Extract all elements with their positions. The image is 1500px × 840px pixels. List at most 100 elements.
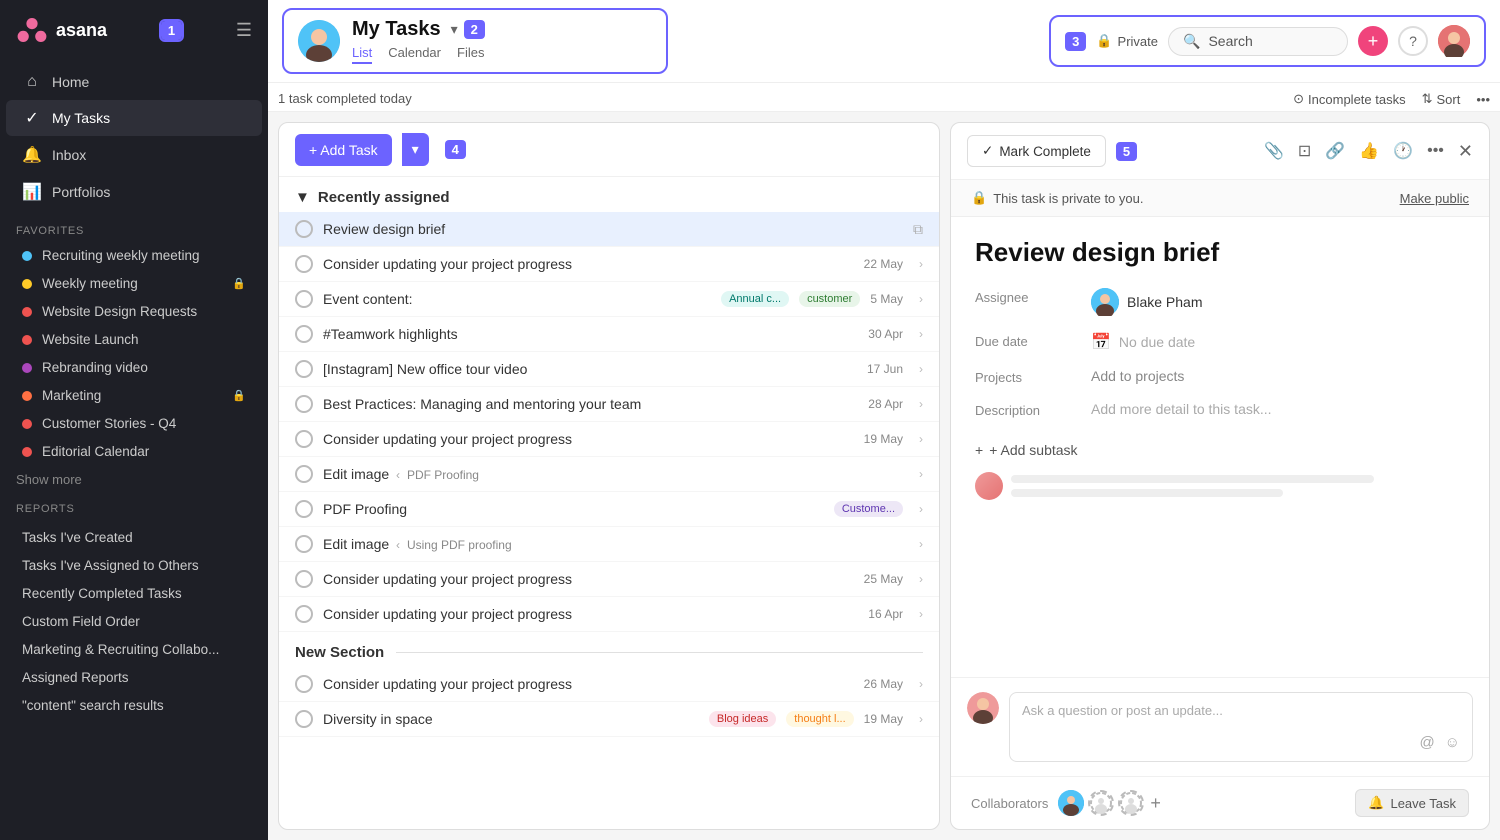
- task-check-6[interactable]: [295, 430, 313, 448]
- mark-complete-button[interactable]: ✓ Mark Complete: [967, 135, 1106, 167]
- task-check-0[interactable]: [295, 220, 313, 238]
- task-row[interactable]: Consider updating your project progress …: [279, 562, 939, 597]
- tab-calendar[interactable]: Calendar: [388, 45, 441, 64]
- comment-input[interactable]: Ask a question or post an update... @ ☺: [1009, 692, 1473, 762]
- add-to-projects-link[interactable]: Add to projects: [1091, 368, 1184, 384]
- make-public-link[interactable]: Make public: [1400, 191, 1469, 206]
- report-content-search[interactable]: "content" search results: [6, 692, 262, 719]
- tag-annual: Annual c...: [721, 291, 789, 307]
- add-subtask-button[interactable]: + + Add subtask: [975, 434, 1465, 466]
- link-icon[interactable]: 🔗: [1325, 141, 1345, 161]
- task-row[interactable]: Edit image ‹ Using PDF proofing ›: [279, 527, 939, 562]
- task-check-3[interactable]: [295, 325, 313, 343]
- report-recently-completed[interactable]: Recently Completed Tasks: [6, 580, 262, 607]
- task-check-ns1[interactable]: [295, 710, 313, 728]
- report-assigned[interactable]: Assigned Reports: [6, 664, 262, 691]
- attachment-icon[interactable]: 📎: [1264, 141, 1284, 161]
- incomplete-tasks-label[interactable]: ⊙ Incomplete tasks: [1293, 91, 1405, 107]
- recently-assigned-header: ▼ Recently assigned: [279, 177, 939, 212]
- task-row[interactable]: Consider updating your project progress …: [279, 247, 939, 282]
- close-button[interactable]: ✕: [1458, 141, 1473, 162]
- task-check-4[interactable]: [295, 360, 313, 378]
- favorite-marketing[interactable]: Marketing 🔒: [6, 382, 262, 409]
- due-date-value[interactable]: 📅 No due date: [1091, 332, 1195, 352]
- sidebar-item-home[interactable]: ⌂ Home: [6, 65, 262, 99]
- home-icon: ⌂: [22, 73, 42, 91]
- task-row[interactable]: Edit image ‹ PDF Proofing ›: [279, 457, 939, 492]
- task-check-8[interactable]: [295, 500, 313, 518]
- task-row[interactable]: Consider updating your project progress …: [279, 597, 939, 632]
- task-row[interactable]: #Teamwork highlights 30 Apr ›: [279, 317, 939, 352]
- task-check-5[interactable]: [295, 395, 313, 413]
- user-avatar-small[interactable]: [1438, 25, 1470, 57]
- at-icon[interactable]: @: [1419, 734, 1434, 751]
- thumbs-up-icon[interactable]: 👍: [1359, 141, 1379, 161]
- favorite-weekly[interactable]: Weekly meeting 🔒: [6, 270, 262, 297]
- leave-task-button[interactable]: 🔔 Leave Task: [1355, 789, 1469, 817]
- sidebar-nav: ⌂ Home ✓ My Tasks 🔔 Inbox 📊 Portfolios: [0, 60, 268, 215]
- favorite-website-launch[interactable]: Website Launch: [6, 326, 262, 353]
- help-button[interactable]: ?: [1398, 26, 1428, 56]
- emoji-icon[interactable]: ☺: [1445, 734, 1460, 751]
- task-row[interactable]: Review design brief ⧉: [279, 212, 939, 247]
- report-custom-field[interactable]: Custom Field Order: [6, 608, 262, 635]
- add-task-button[interactable]: + Add Task: [295, 134, 392, 166]
- projects-value[interactable]: Add to projects: [1091, 368, 1184, 384]
- favorite-website-design[interactable]: Website Design Requests: [6, 298, 262, 325]
- favorite-label: Marketing: [42, 388, 101, 403]
- more-icon[interactable]: •••: [1427, 142, 1444, 160]
- tab-list[interactable]: List: [352, 45, 372, 64]
- dot-blue: [22, 251, 32, 261]
- task-check-7[interactable]: [295, 465, 313, 483]
- report-tasks-created[interactable]: Tasks I've Created: [6, 524, 262, 551]
- task-date-2: 5 May: [870, 292, 903, 306]
- show-more-link[interactable]: Show more: [0, 466, 268, 493]
- favorite-editorial[interactable]: Editorial Calendar: [6, 438, 262, 465]
- task-check-1[interactable]: [295, 255, 313, 273]
- check-icon: ✓: [982, 143, 993, 159]
- chevron-right-icon: ›: [919, 712, 923, 726]
- report-marketing-recruiting[interactable]: Marketing & Recruiting Collabo...: [6, 636, 262, 663]
- logo-text: asana: [56, 20, 107, 41]
- sidebar-item-inbox[interactable]: 🔔 Inbox: [6, 137, 262, 173]
- favorite-rebranding[interactable]: Rebranding video: [6, 354, 262, 381]
- task-row[interactable]: Best Practices: Managing and mentoring y…: [279, 387, 939, 422]
- task-check-9[interactable]: [295, 535, 313, 553]
- favorite-label: Website Launch: [42, 332, 139, 347]
- tab-files[interactable]: Files: [457, 45, 484, 64]
- sort-label[interactable]: ⇅ Sort: [1422, 91, 1461, 107]
- add-task-dropdown[interactable]: ▾: [402, 133, 429, 166]
- description-value[interactable]: Add more detail to this task...: [1091, 401, 1272, 417]
- copy-icon[interactable]: ⧉: [913, 221, 923, 238]
- subtask-icon[interactable]: ⊡: [1298, 141, 1311, 161]
- search-box[interactable]: 🔍 Search: [1168, 27, 1348, 56]
- task-check-2[interactable]: [295, 290, 313, 308]
- chevron-right-icon: ›: [919, 327, 923, 341]
- add-button[interactable]: +: [1358, 26, 1388, 56]
- sidebar-item-my-tasks[interactable]: ✓ My Tasks: [6, 100, 262, 136]
- add-collaborator-button[interactable]: +: [1150, 793, 1161, 814]
- sidebar-item-portfolios[interactable]: 📊 Portfolios: [6, 174, 262, 210]
- task-check-11[interactable]: [295, 605, 313, 623]
- assignee-value[interactable]: Blake Pham: [1091, 288, 1202, 316]
- clock-icon[interactable]: 🕐: [1393, 141, 1413, 161]
- collapse-icon[interactable]: ▼: [295, 189, 310, 206]
- favorite-customer-stories[interactable]: Customer Stories - Q4: [6, 410, 262, 437]
- task-row[interactable]: Consider updating your project progress …: [279, 667, 939, 702]
- hamburger-icon[interactable]: ☰: [236, 20, 252, 41]
- task-row[interactable]: [Instagram] New office tour video 17 Jun…: [279, 352, 939, 387]
- chevron-down-icon[interactable]: ▾: [451, 21, 458, 38]
- task-row[interactable]: Consider updating your project progress …: [279, 422, 939, 457]
- task-name-ns0: Consider updating your project progress: [323, 676, 854, 692]
- task-row[interactable]: Event content: Annual c... customer 5 Ma…: [279, 282, 939, 317]
- task-row[interactable]: PDF Proofing Custome... ›: [279, 492, 939, 527]
- task-check-10[interactable]: [295, 570, 313, 588]
- task-name-10: Consider updating your project progress: [323, 571, 854, 587]
- report-tasks-assigned[interactable]: Tasks I've Assigned to Others: [6, 552, 262, 579]
- favorite-recruiting[interactable]: Recruiting weekly meeting: [6, 242, 262, 269]
- task-row[interactable]: Diversity in space Blog ideas thought l.…: [279, 702, 939, 737]
- task-date-3: 30 Apr: [868, 327, 903, 341]
- description-placeholder[interactable]: Add more detail to this task...: [1091, 401, 1272, 417]
- task-check-ns0[interactable]: [295, 675, 313, 693]
- more-options-icon[interactable]: •••: [1476, 92, 1490, 107]
